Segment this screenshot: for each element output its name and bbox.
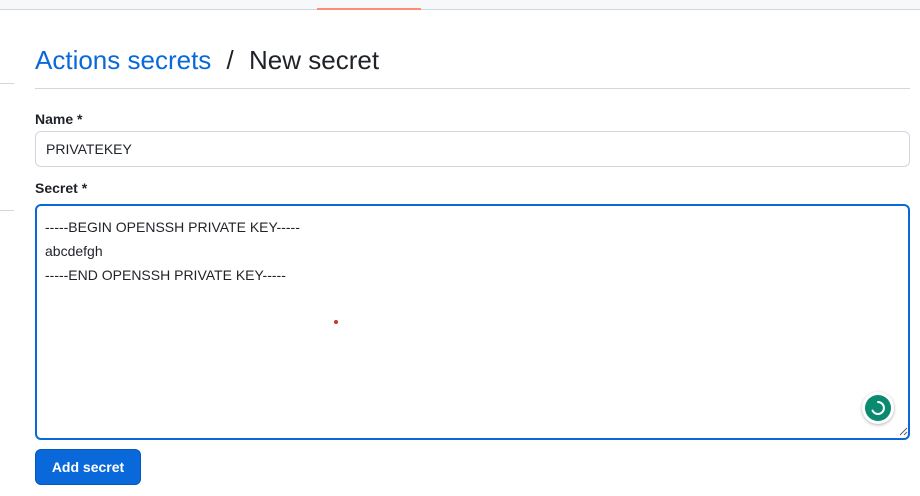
name-label: Name * <box>35 111 83 127</box>
resize-grip-icon[interactable] <box>898 426 908 436</box>
add-secret-button[interactable]: Add secret <box>35 449 141 485</box>
breadcrumb-actions-secrets-link[interactable]: Actions secrets <box>35 45 211 75</box>
name-field[interactable] <box>35 131 910 167</box>
breadcrumb-separator: / <box>226 45 234 75</box>
top-navigation-bar <box>0 0 920 10</box>
secret-textarea[interactable]: -----BEGIN OPENSSH PRIVATE KEY----- abcd… <box>35 204 910 440</box>
spinner-icon <box>871 401 885 415</box>
sidebar-divider <box>0 83 14 84</box>
sidebar-divider <box>0 210 14 211</box>
breadcrumb-current: New secret <box>249 45 380 75</box>
active-tab-underline <box>317 8 421 10</box>
secret-label: Secret * <box>35 180 88 196</box>
cursor-dot <box>334 320 338 324</box>
assistant-inner-icon <box>865 395 891 421</box>
page-title: Actions secrets / New secret <box>35 42 910 89</box>
grammarly-assistant-icon[interactable] <box>862 392 894 424</box>
